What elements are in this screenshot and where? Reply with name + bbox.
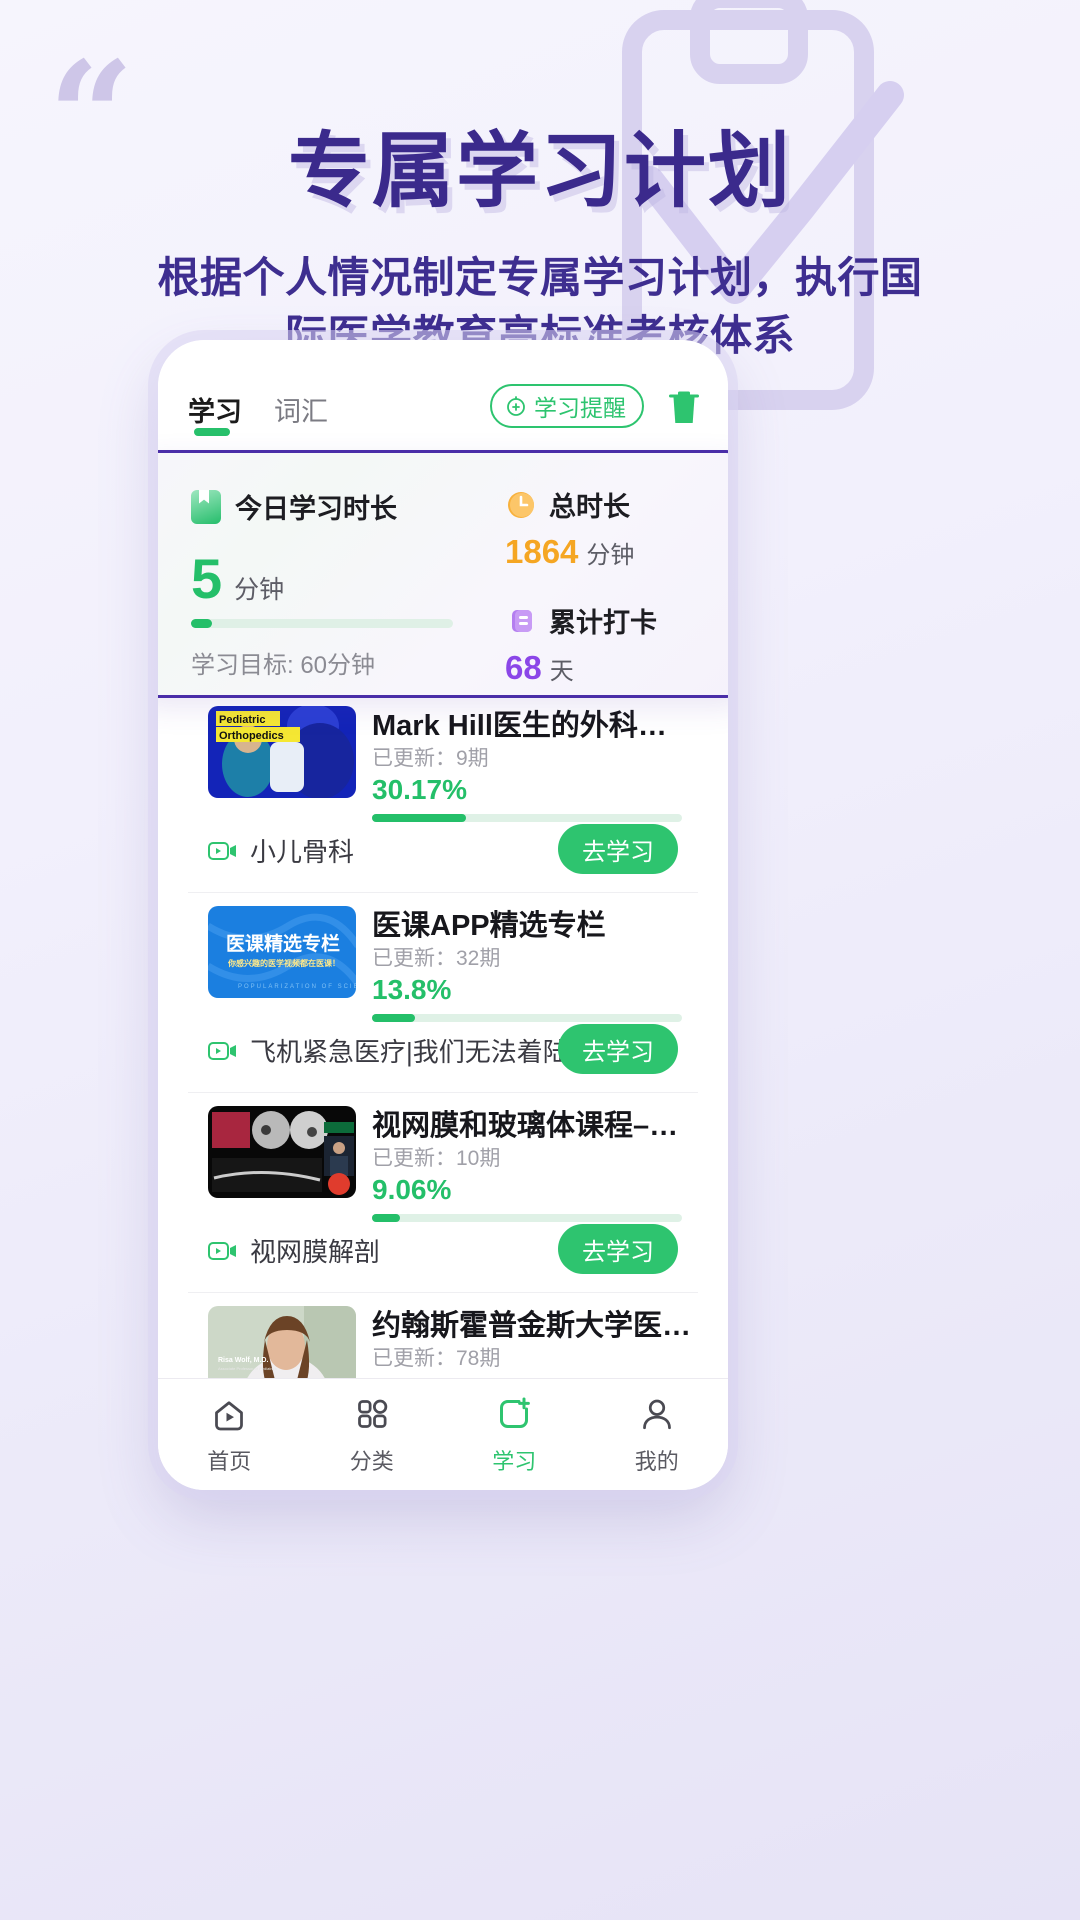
course-progress-bar xyxy=(372,1214,682,1222)
go-study-button[interactable]: 去学习 xyxy=(558,1224,678,1274)
course-footer: 飞机紧急医疗|我们无法着陆！ xyxy=(208,1032,595,1069)
total-duration-value: 1864 xyxy=(505,533,579,570)
nav-item-mine[interactable]: 我的 xyxy=(586,1379,729,1490)
svg-text:医课精选专栏: 医课精选专栏 xyxy=(226,932,340,955)
study-reminder-button[interactable]: 学习提醒 xyxy=(490,384,644,428)
nav-label-study: 学习 xyxy=(492,1448,537,1474)
course-list-item[interactable]: Pediatric Orthopedics Mark Hill医生的外科手术 已… xyxy=(158,692,728,892)
course-list-item[interactable]: 医课精选专栏 你感兴趣的医学视频都在医课！ POPULARIZATION OF … xyxy=(158,892,728,1092)
course-updated: 已更新：9期 xyxy=(372,747,489,770)
course-title: 约翰斯霍普金斯大学医学院... xyxy=(372,1310,692,1342)
total-duration-value-group: 1864 分钟 xyxy=(505,533,634,571)
nav-label-home: 首页 xyxy=(207,1448,252,1474)
svg-text:POPULARIZATION OF SCIENCE: POPULARIZATION OF SCIENCE xyxy=(238,984,356,990)
course-progress-fill xyxy=(372,814,466,822)
phone-mockup: 学习 词汇 学习提醒 今日学习时长 5 分钟 学习目标: 60分钟 总时长 18… xyxy=(158,340,728,1490)
page-subtitle-line1: 根据个人情况制定专属学习计划，执行国 xyxy=(157,254,923,301)
course-footer: 视网膜解剖 xyxy=(208,1232,380,1269)
today-duration-label: 今日学习时长 xyxy=(235,494,397,524)
thumb-yike-column: 医课精选专栏 你感兴趣的医学视频都在医课！ POPULARIZATION OF … xyxy=(208,906,356,998)
today-duration-value-group: 5 分钟 xyxy=(191,551,284,607)
tab-active-indicator xyxy=(194,428,230,436)
course-progress-bar xyxy=(372,1014,682,1022)
list-divider xyxy=(188,892,698,893)
clock-plus-icon xyxy=(507,396,525,416)
svg-text:Pediatric: Pediatric xyxy=(219,714,265,726)
course-footer-label: 视网膜解剖 xyxy=(250,1237,381,1267)
grid-icon xyxy=(357,1399,387,1428)
checkin-header: 累计打卡 xyxy=(505,601,657,640)
course-updated: 已更新：78期 xyxy=(372,1347,501,1370)
today-goal-text: 学习目标: 60分钟 xyxy=(191,652,376,679)
home-play-icon xyxy=(215,1400,244,1430)
app-tab-bar: 学习 词汇 学习提醒 xyxy=(158,384,728,454)
checkin-value: 68 xyxy=(505,649,542,686)
nav-item-category[interactable]: 分类 xyxy=(301,1379,444,1490)
course-list: Pediatric Orthopedics Mark Hill医生的外科手术 已… xyxy=(158,692,728,1490)
course-list-item[interactable]: 视网膜和玻璃体课程–讲座 已更新：10期 9.06% 视网膜解剖 去学习 xyxy=(158,1092,728,1292)
tab-vocabulary[interactable]: 词汇 xyxy=(274,390,328,429)
total-duration-header: 总时长 xyxy=(505,485,630,524)
course-percent-label: 30.17% xyxy=(372,774,467,805)
thumb-pediatric-orthopedics: Pediatric Orthopedics xyxy=(208,706,356,798)
course-title: Mark Hill医生的外科手术 xyxy=(372,710,692,742)
total-duration-label: 总时长 xyxy=(549,492,630,522)
course-footer-label: 飞机紧急医疗|我们无法着陆！ xyxy=(250,1037,595,1067)
video-icon xyxy=(208,1241,236,1260)
study-reminder-label: 学习提醒 xyxy=(534,395,626,421)
checkin-unit: 天 xyxy=(549,658,574,685)
today-duration-unit: 分钟 xyxy=(234,576,285,604)
go-study-button[interactable]: 去学习 xyxy=(558,1024,678,1074)
course-percent-label: 13.8% xyxy=(372,974,452,1005)
nav-label-category: 分类 xyxy=(349,1448,394,1474)
go-study-button[interactable]: 去学习 xyxy=(558,824,678,874)
today-duration-value: 5 xyxy=(191,547,223,610)
video-icon xyxy=(208,841,236,860)
user-icon xyxy=(642,1399,671,1429)
course-percent-label: 9.06% xyxy=(372,1174,452,1205)
list-divider xyxy=(188,1092,698,1093)
svg-text:你感兴趣的医学视频都在医课！: 你感兴趣的医学视频都在医课！ xyxy=(227,958,340,968)
course-updated: 已更新：10期 xyxy=(372,1147,501,1170)
today-progress-bar xyxy=(191,619,453,628)
page-title: 专属学习计划 xyxy=(287,124,792,219)
today-progress-fill xyxy=(191,619,212,628)
svg-text:Associate Professor of Pediatr: Associate Professor of Pediatrics xyxy=(218,1366,277,1371)
course-progress-fill xyxy=(372,1214,401,1222)
course-title: 视网膜和玻璃体课程–讲座 xyxy=(372,1110,692,1142)
course-thumbnail xyxy=(208,1106,356,1198)
course-thumbnail: Pediatric Orthopedics xyxy=(208,706,356,798)
nav-item-study[interactable]: 学习 xyxy=(443,1379,586,1490)
bottom-navigation: 首页 分类 学习 我的 xyxy=(158,1378,728,1490)
trash-icon[interactable] xyxy=(666,388,702,428)
total-duration-unit: 分钟 xyxy=(586,542,635,569)
note-plus-icon xyxy=(500,1397,531,1428)
list-divider xyxy=(188,1292,698,1293)
course-progress-fill xyxy=(372,1014,415,1022)
course-title: 医课APP精选专栏 xyxy=(372,910,606,942)
clock-icon xyxy=(508,491,534,518)
svg-text:Risa Wolf, M.D.: Risa Wolf, M.D. xyxy=(218,1357,268,1364)
nav-item-home[interactable]: 首页 xyxy=(158,1379,301,1490)
checkin-value-group: 68 天 xyxy=(505,649,574,687)
thumb-retina xyxy=(208,1106,356,1198)
hero-header: 专属学习计划 根据个人情况制定专属学习计划，执行国 际医学教育高标准考核体系 xyxy=(0,0,1080,365)
video-icon xyxy=(208,1041,236,1060)
course-updated: 已更新：32期 xyxy=(372,947,501,970)
calendar-icon xyxy=(512,609,532,632)
course-thumbnail: 医课精选专栏 你感兴趣的医学视频都在医课！ POPULARIZATION OF … xyxy=(208,906,356,998)
course-footer-label: 小儿骨科 xyxy=(250,837,355,867)
course-footer: 小儿骨科 xyxy=(208,832,354,869)
course-progress-bar xyxy=(372,814,682,822)
nav-label-mine: 我的 xyxy=(634,1448,679,1474)
today-duration-header: 今日学习时长 xyxy=(191,487,397,526)
svg-text:Orthopedics: Orthopedics xyxy=(219,730,284,742)
tab-learn[interactable]: 学习 xyxy=(188,390,242,429)
checkin-label: 累计打卡 xyxy=(549,608,657,638)
study-stats-card: 今日学习时长 5 分钟 学习目标: 60分钟 总时长 1864 分钟 累计打卡 … xyxy=(158,450,728,698)
book-icon xyxy=(191,489,221,524)
